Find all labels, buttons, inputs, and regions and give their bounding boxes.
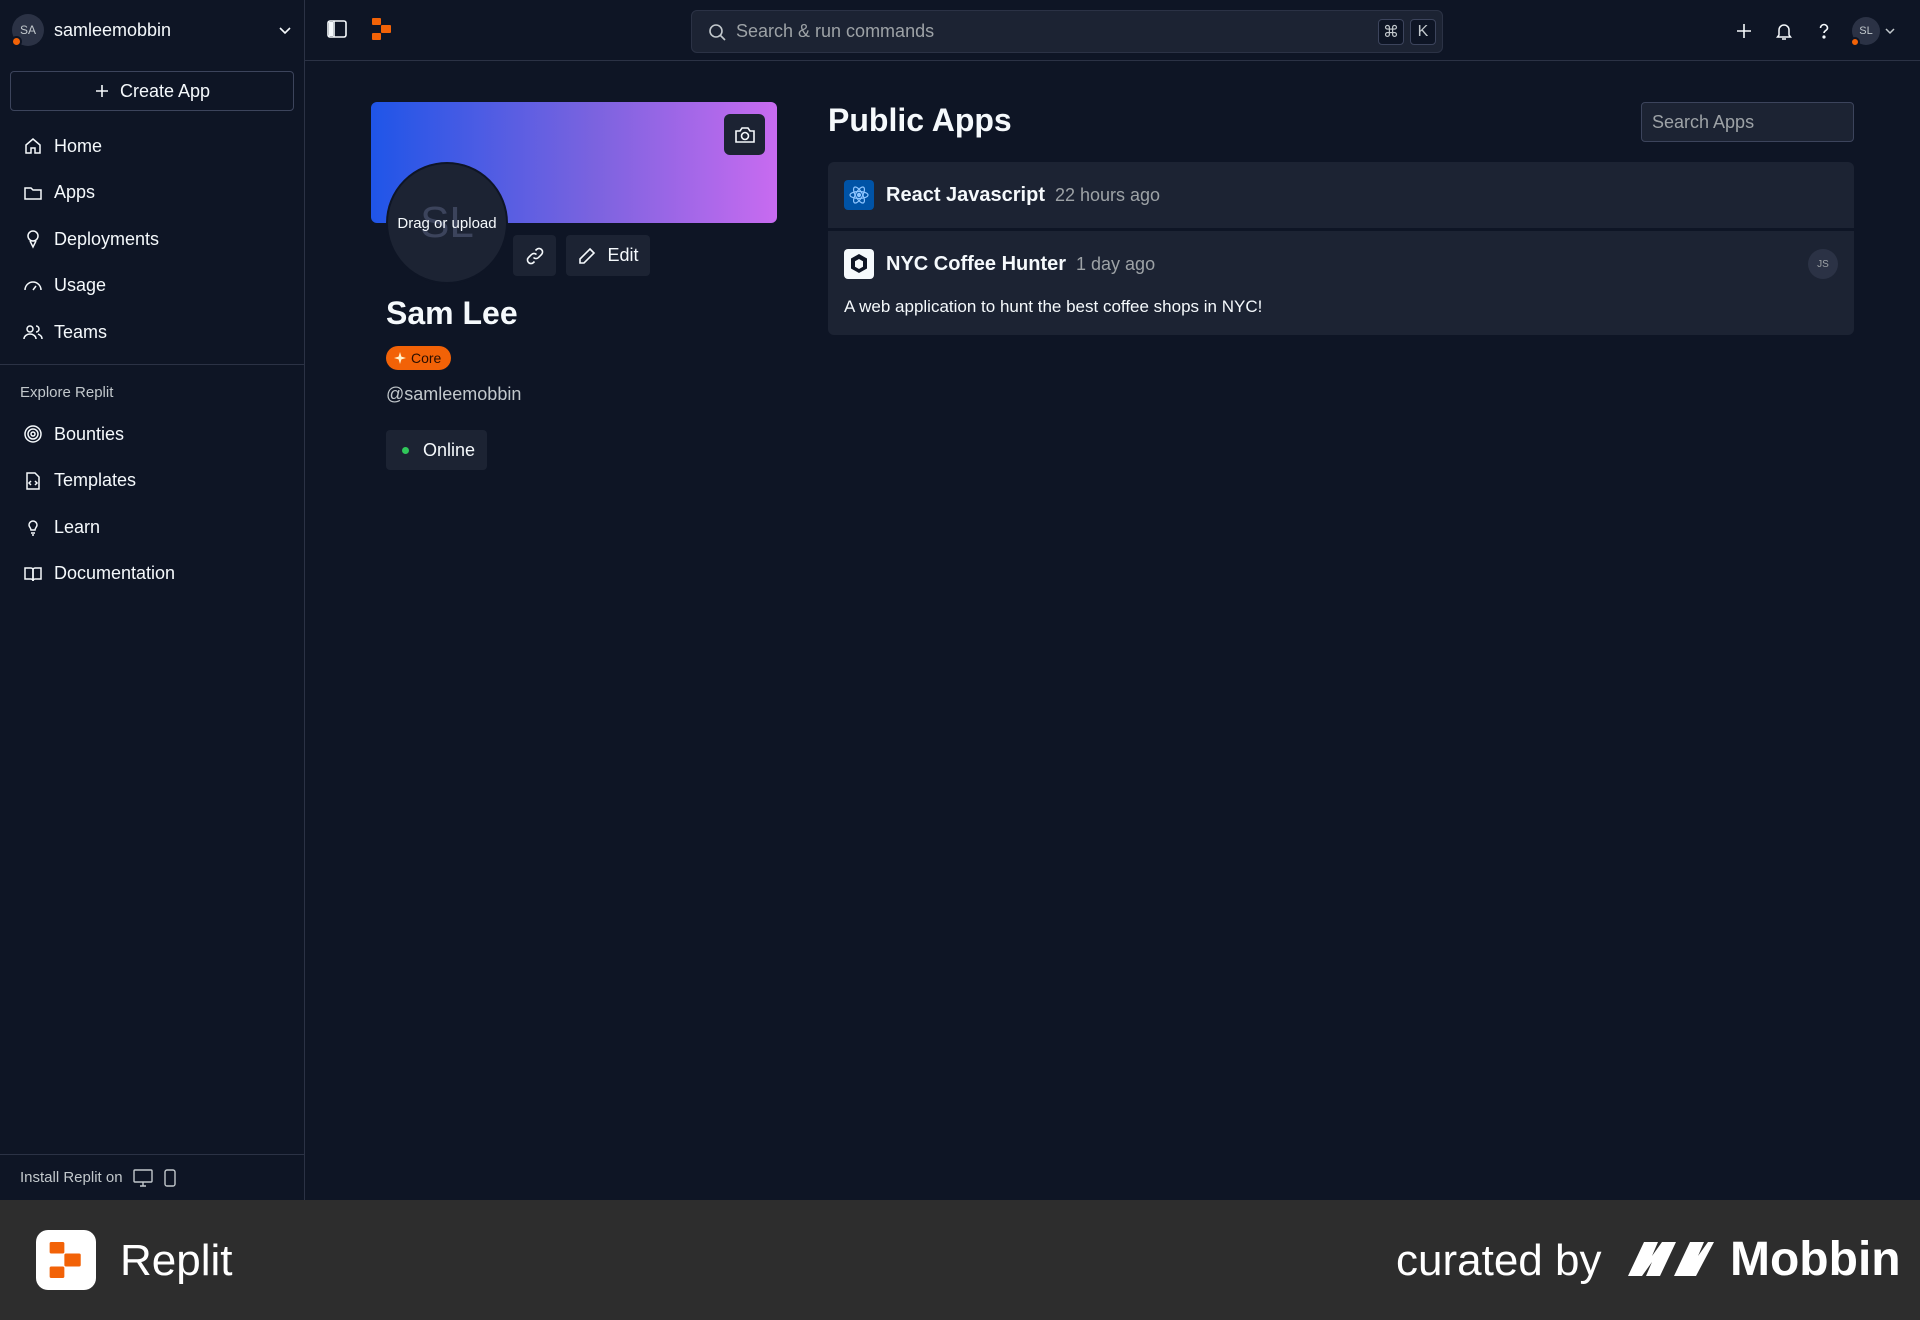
lightbulb-icon [22, 516, 44, 538]
profile-name: Sam Lee [386, 295, 518, 331]
app-card[interactable]: React Javascript 22 hours ago [828, 162, 1854, 228]
install-bar: Install Replit on [0, 1154, 305, 1200]
sidebar-item-usage[interactable]: Usage [10, 264, 294, 308]
shortcut-cmd-key: ⌘ [1378, 18, 1404, 45]
plus-icon [94, 83, 110, 99]
app-name: React Javascript [886, 183, 1045, 206]
camera-icon [734, 125, 756, 145]
home-icon [22, 135, 44, 157]
install-label: Install Replit on [20, 1169, 123, 1186]
mobbin-wordmark: Mobbin [1730, 1233, 1901, 1286]
sidebar-divider [0, 364, 305, 365]
command-search-label: Search & run commands [736, 21, 935, 41]
replit-logo-icon[interactable] [371, 17, 393, 41]
sidebar-toggle-icon[interactable] [325, 17, 349, 41]
core-badge: Core [386, 346, 452, 370]
sidebar-item-home[interactable]: Home [10, 124, 294, 168]
sidebar-item-templates[interactable]: Templates [10, 459, 294, 503]
chevron-down-icon [1884, 25, 1896, 37]
sidebar-item-deployments[interactable]: Deployments [10, 217, 294, 261]
topbar-actions: SL [1724, 0, 1920, 61]
app-card-header: NYC Coffee Hunter 1 day ago JS [844, 249, 1838, 279]
template-icon [22, 470, 44, 492]
app-time: 22 hours ago [1054, 184, 1161, 205]
app-time: 1 day ago [1076, 253, 1156, 274]
plus-icon[interactable] [1724, 11, 1764, 51]
account-switcher[interactable]: SA samleemobbin [11, 12, 297, 48]
sidebar-item-teams[interactable]: Teams [10, 310, 294, 354]
react-icon [844, 180, 874, 210]
user-avatar: SL [1850, 16, 1880, 47]
desktop-icon[interactable] [132, 1168, 153, 1187]
footer: Replit curated by Mobbin [0, 1200, 1920, 1320]
sidebar-item-learn[interactable]: Learn [10, 505, 294, 549]
main-nav: Home Apps Deployments Usage Teams [10, 124, 294, 357]
sparkle-icon [394, 352, 406, 364]
users-icon [22, 321, 44, 343]
book-icon [22, 563, 44, 585]
change-banner-button[interactable] [724, 114, 765, 155]
language-badge: JS [1808, 249, 1838, 279]
mobbin-logo-icon [1626, 1236, 1716, 1280]
curated-by-label: curated by [1396, 1236, 1602, 1285]
app-name: NYC Coffee Hunter [886, 252, 1067, 275]
deploy-icon [22, 228, 44, 250]
core-dot [11, 36, 22, 47]
explore-nav: Bounties Templates Learn Documentation [10, 412, 294, 598]
public-apps-title: Public Apps [828, 102, 1012, 138]
gauge-icon [22, 275, 44, 297]
user-menu[interactable]: SL [1850, 16, 1896, 47]
command-search[interactable]: Search & run commands ⌘ K [691, 10, 1443, 53]
link-icon [525, 246, 545, 266]
profile-avatar-upload[interactable]: SL Drag or upload [386, 162, 508, 284]
create-app-button[interactable]: Create App [10, 71, 294, 111]
search-apps-input[interactable] [1641, 102, 1854, 142]
core-dot [1850, 36, 1860, 47]
bell-icon[interactable] [1764, 11, 1804, 51]
mobile-icon[interactable] [163, 1168, 177, 1187]
explore-section-label: Explore Replit [20, 384, 114, 401]
status-indicator[interactable]: Online [386, 430, 488, 470]
sidebar-item-documentation[interactable]: Documentation [10, 552, 294, 596]
app-description: A web application to hunt the best coffe… [844, 297, 1263, 316]
sidebar-item-apps[interactable]: Apps [10, 171, 294, 215]
app-list: React Javascript 22 hours ago NYC Coffee… [828, 162, 1854, 338]
replit-logo-icon [36, 1230, 96, 1290]
footer-brand: Replit [120, 1236, 233, 1285]
copy-link-button[interactable] [513, 235, 556, 276]
help-icon[interactable] [1804, 11, 1844, 51]
pencil-icon [577, 246, 597, 266]
edit-profile-button[interactable]: Edit [566, 235, 650, 276]
account-avatar: SA [11, 14, 44, 47]
sidebar-item-bounties[interactable]: Bounties [10, 412, 294, 456]
nodejs-icon [844, 249, 874, 279]
avatar-upload-hint: Drag or upload [397, 214, 497, 232]
app-card-header: React Javascript 22 hours ago [844, 180, 1838, 210]
shortcut-k-key: K [1410, 18, 1436, 45]
folder-icon [22, 182, 44, 204]
topbar: Search & run commands ⌘ K SL [305, 0, 1920, 61]
online-dot [402, 446, 409, 454]
bounty-icon [22, 423, 44, 445]
profile-handle: @samleemobbin [386, 384, 522, 404]
account-username: samleemobbin [54, 19, 172, 40]
search-icon [708, 23, 726, 41]
app-card[interactable]: NYC Coffee Hunter 1 day ago JS A web app… [828, 231, 1854, 335]
sidebar: SA samleemobbin Create App Home Apps Dep… [0, 0, 305, 1200]
chevron-down-icon [277, 22, 293, 38]
